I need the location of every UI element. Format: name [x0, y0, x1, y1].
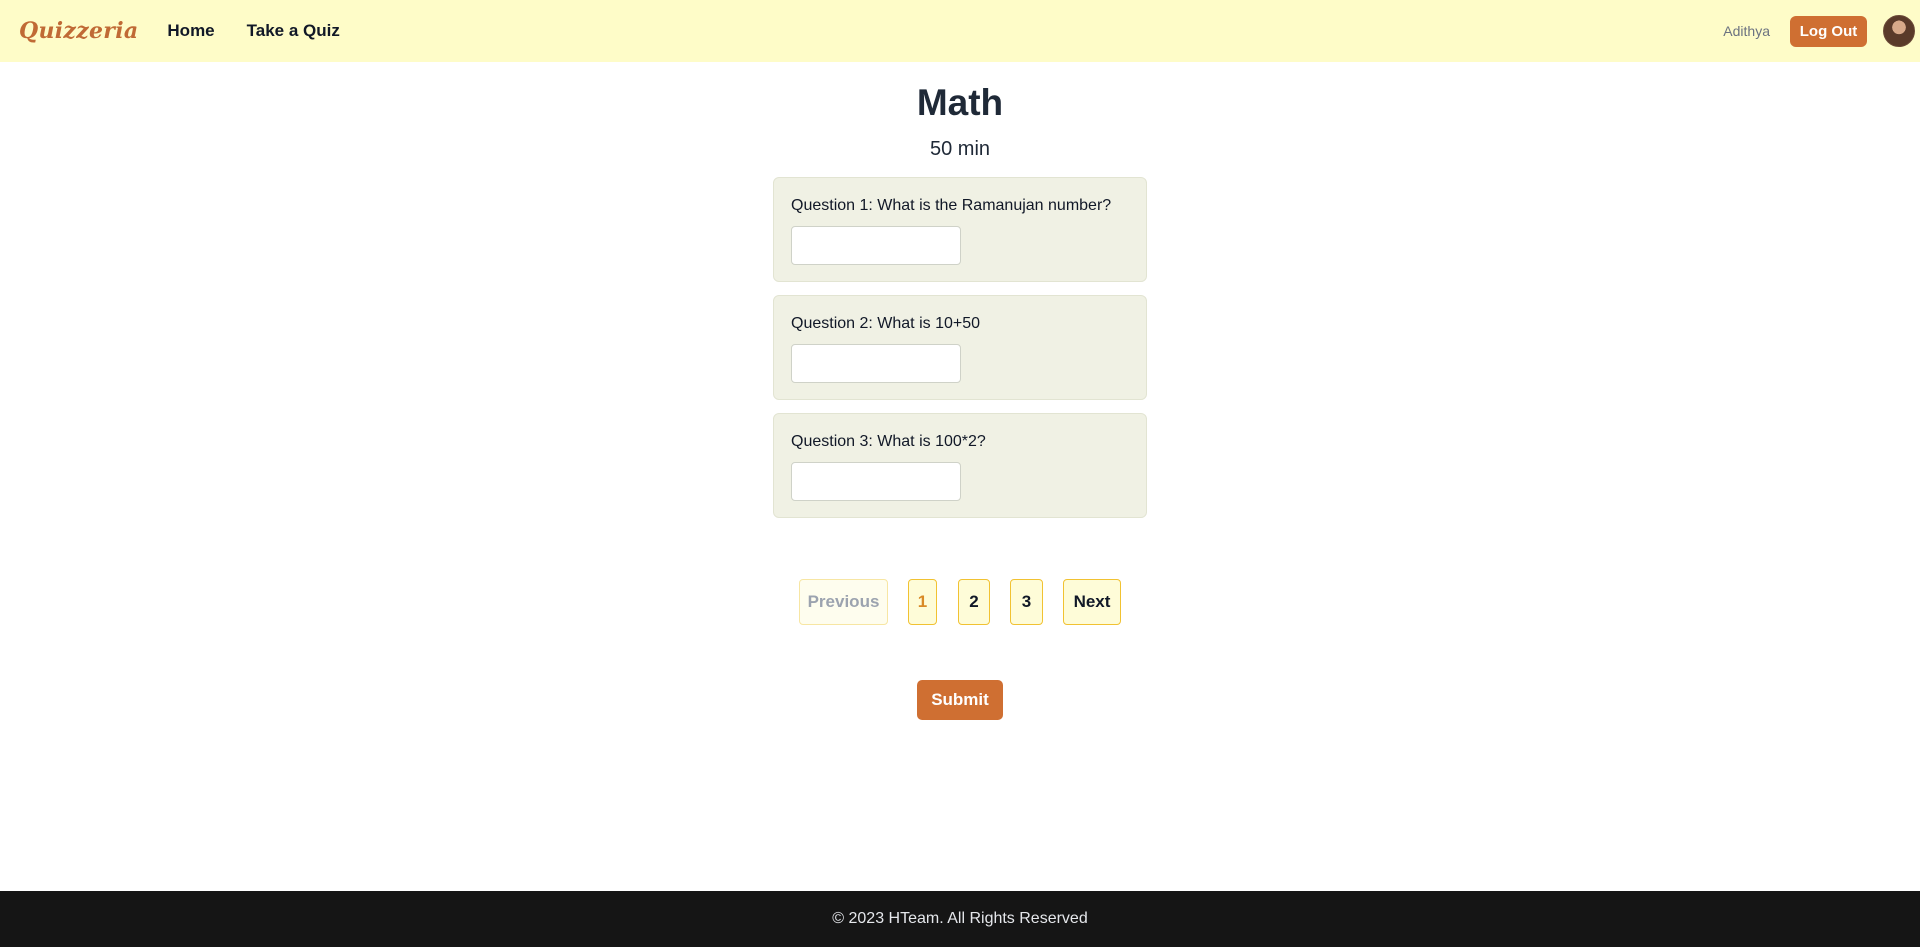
question-text: Question 3: What is 100*2? — [791, 433, 986, 450]
answer-input-1[interactable] — [791, 226, 961, 265]
quiz-title: Math — [916, 82, 1004, 123]
user-area: Adithya Log Out — [1723, 0, 1915, 62]
avatar[interactable] — [1883, 15, 1915, 47]
submit-button[interactable]: Submit — [917, 680, 1003, 720]
question-card-2: Question 2: What is 10+50 — [773, 295, 1147, 400]
question-text: Question 1: What is the Ramanujan number… — [791, 197, 1112, 214]
next-page-button[interactable]: Next — [1063, 579, 1121, 625]
answer-input-2[interactable] — [791, 344, 961, 383]
brand-logo[interactable]: Quizzeria — [19, 18, 138, 44]
answer-input-3[interactable] — [791, 462, 961, 501]
nav-take-quiz-link[interactable]: Take a Quiz — [247, 21, 340, 41]
quiz-duration: 50 min — [929, 138, 991, 160]
nav-home-link[interactable]: Home — [167, 21, 214, 41]
question-card-3: Question 3: What is 100*2? — [773, 413, 1147, 518]
question-card-1: Question 1: What is the Ramanujan number… — [773, 177, 1147, 282]
pagination: Previous 1 2 3 Next — [0, 579, 1920, 625]
page-button-1[interactable]: 1 — [908, 579, 937, 625]
footer: © 2023 HTeam. All Rights Reserved — [0, 891, 1920, 947]
username-label: Adithya — [1723, 23, 1770, 39]
top-navbar: Quizzeria Home Take a Quiz Adithya Log O… — [0, 0, 1920, 62]
page-button-3[interactable]: 3 — [1010, 579, 1043, 625]
logout-button[interactable]: Log Out — [1790, 15, 1867, 47]
page-button-2[interactable]: 2 — [958, 579, 990, 625]
question-text: Question 2: What is 10+50 — [791, 315, 980, 332]
footer-copyright: © 2023 HTeam. All Rights Reserved — [832, 910, 1088, 927]
previous-page-button[interactable]: Previous — [799, 579, 888, 625]
